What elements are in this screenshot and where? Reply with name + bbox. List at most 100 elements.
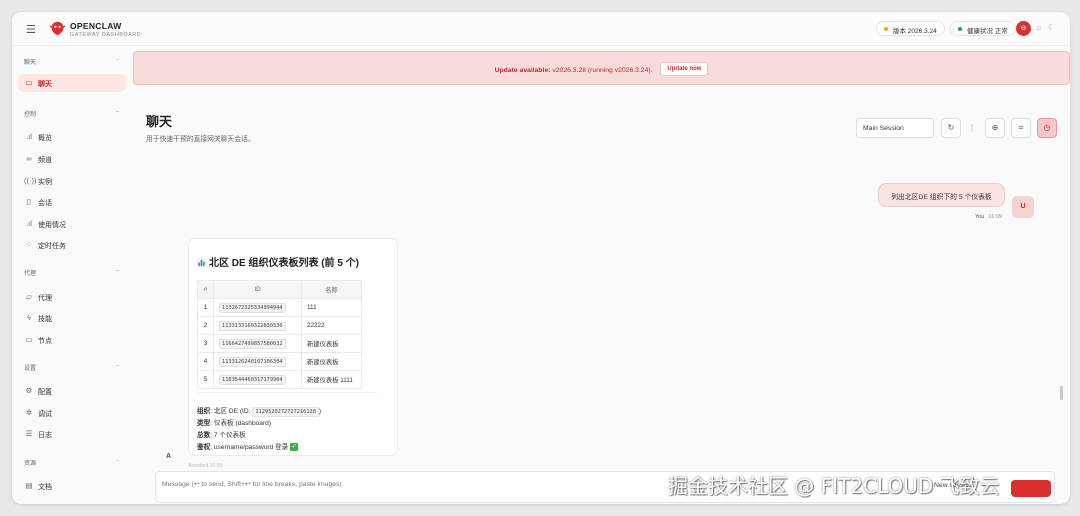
brand: OPENCLAW GATEWAY DASHBOARD [70, 21, 141, 38]
log-icon: ☰ [25, 429, 33, 438]
sidebar-item-label: 频道 [38, 157, 52, 164]
folder-icon: ▱ [26, 292, 32, 301]
table-header: 名称 [301, 280, 362, 299]
table-header: # [197, 280, 214, 299]
sidebar-section-chat[interactable]: 聊天 [24, 57, 36, 66]
row-number: 2 [197, 316, 214, 335]
sidebar-section-control[interactable]: 控制 [24, 109, 36, 118]
sidebar-item-label: 代理 [38, 295, 52, 302]
session-select[interactable]: Main Session [856, 118, 934, 138]
collapse-icon[interactable]: – [116, 458, 119, 464]
collapse-icon[interactable]: – [116, 109, 119, 115]
sidebar: 聊天 – ▭ 聊天 控制 – .ıl 概览 ∞ 频道 ((·)) 实例 ▯ 会话… [12, 46, 133, 504]
dashboard-id: 1163544460317179904 [219, 375, 286, 385]
sidebar-item-channels[interactable]: ∞ 频道 [24, 150, 126, 168]
sidebar-item-agents[interactable]: ▱ 代理 [24, 288, 126, 306]
chat-scrollbar[interactable] [1060, 386, 1063, 400]
page-title: 聊天 [146, 114, 173, 129]
sidebar-item-label: 配置 [38, 389, 52, 396]
bar-chart-icon [197, 258, 206, 267]
table-row: 3 1166427499857580032 新建仪表板 [197, 334, 362, 353]
document-icon: ▯ [26, 197, 32, 206]
update-banner-lead: Update available: [494, 67, 551, 74]
sidebar-item-usage[interactable]: .ıl 使用情况 [24, 215, 126, 233]
gear-icon: ⚙ [25, 386, 33, 395]
sidebar-item-config[interactable]: ⚙ 配置 [24, 382, 126, 400]
table-row: 1 1132672325334994944 111 [197, 298, 362, 317]
collapse-icon[interactable]: – [116, 57, 119, 63]
sidebar-item-cron[interactable]: ⁘ 定时任务 [24, 236, 126, 254]
sun-icon[interactable]: ☼ [1035, 23, 1042, 32]
table-row: 5 1163544460317179904 新建仪表板 1111 [197, 370, 362, 389]
dashboard-id: 1132672325334994944 [219, 303, 286, 313]
theme-red-icon[interactable]: ⊖ [1016, 21, 1031, 36]
sidebar-item-skills[interactable]: ϟ 技能 [24, 309, 126, 327]
sidebar-item-debug[interactable]: ✲ 调试 [24, 404, 126, 422]
org-id: 1129520272727216128 [252, 407, 319, 417]
dashboard-id-cell: 1132672325334994944 [213, 298, 302, 317]
type-label: 类型 [197, 420, 211, 427]
brand-title: OPENCLAW [70, 21, 122, 31]
auth-value: : username/password 登录 [210, 444, 289, 451]
focus-icon: ⌗ [1018, 123, 1024, 132]
sidebar-section-resources[interactable]: 资源 [24, 458, 36, 467]
sidebar-item-docs[interactable]: ▤ 文档 [24, 477, 126, 495]
focus-button[interactable]: ⌗ [1011, 118, 1031, 138]
user-message-time: 16:09 [988, 214, 1003, 220]
row-number: 1 [197, 298, 214, 317]
watermark: 掘金技术社区 @ FIT2CLOUD 飞致云 [668, 474, 1000, 498]
card-divider [197, 392, 377, 393]
version-dot-icon [884, 27, 888, 31]
sidebar-item-label: 节点 [38, 338, 52, 345]
clock-button[interactable]: ◷ [1037, 118, 1057, 138]
table-header: ID [213, 280, 302, 299]
sidebar-item-label: 日志 [38, 432, 52, 439]
dashboard-name: 新建仪表板 [301, 352, 362, 371]
sidebar-item-instances[interactable]: ((·)) 实例 [24, 172, 126, 190]
row-number: 3 [197, 334, 214, 353]
dashboard-table: # ID 名称 1 1132672325334994944 111 2 1133… [197, 280, 362, 389]
brand-subtitle: GATEWAY DASHBOARD [70, 32, 142, 38]
sidebar-item-logs[interactable]: ☰ 日志 [24, 425, 126, 443]
book-icon: ▤ [25, 481, 33, 490]
user-avatar: U [1012, 196, 1034, 218]
table-header-row: # ID 名称 [197, 280, 362, 299]
version-pill: 版本 2026.3.24 [876, 21, 945, 36]
sidebar-item-label: 调试 [38, 411, 52, 418]
health-label: 健康状况 正常 [967, 28, 1008, 35]
check-mark-icon: ✓ [290, 443, 299, 452]
health-dot-icon [958, 27, 962, 31]
link-icon: ∞ [26, 154, 32, 163]
dashboard-id-cell: 1163544460317179904 [213, 370, 302, 389]
collapse-icon[interactable]: – [116, 268, 119, 274]
hamburger-menu-icon[interactable]: ☰ [26, 23, 36, 36]
send-button[interactable] [1011, 480, 1051, 497]
update-now-button[interactable]: Update now [660, 62, 709, 76]
collapse-icon[interactable]: – [116, 363, 119, 369]
sidebar-item-sessions[interactable]: ▯ 会话 [24, 193, 126, 211]
sidebar-section-settings[interactable]: 设置 [24, 363, 36, 372]
spinner-icon: ⁘ [25, 240, 33, 249]
sidebar-section-agents[interactable]: 代理 [24, 268, 36, 277]
dashboard-name: 新建仪表板 1111 [301, 370, 362, 389]
auth-info: 鉴权: username/password 登录 ✓ [197, 441, 299, 452]
sidebar-item-overview[interactable]: .ıl 概览 [24, 128, 126, 146]
user-message-meta: You 16:09 [975, 214, 1002, 220]
org-tail: ) [318, 408, 322, 415]
assistant-message-card: 北区 DE 组织仪表板列表 (前 5 个) # ID 名称 1 11326723… [188, 238, 398, 456]
sidebar-item-label: 文档 [38, 484, 52, 491]
refresh-icon: ↻ [947, 123, 955, 132]
org-label: 组织 [197, 408, 211, 415]
update-banner-text: v2026.3.28 (running v2026.3.24). [550, 67, 653, 74]
lightning-icon: ϟ [27, 313, 31, 322]
refresh-button[interactable]: ↻ [941, 118, 961, 138]
moon-icon[interactable]: ☾ [1048, 23, 1055, 32]
org-value: : 北区 DE (ID: [210, 408, 253, 415]
broadcast-icon: ((·)) [24, 176, 37, 185]
sidebar-item-label: 概览 [38, 135, 52, 142]
sidebar-item-chat[interactable]: ▭ 聊天 [18, 74, 126, 92]
dashboard-id: 1166427499857580032 [219, 339, 286, 349]
sidebar-item-nodes[interactable]: ▭ 节点 [24, 331, 126, 349]
health-pill: 健康状况 正常 [950, 21, 1016, 36]
brain-button[interactable]: ⊕ [985, 118, 1005, 138]
